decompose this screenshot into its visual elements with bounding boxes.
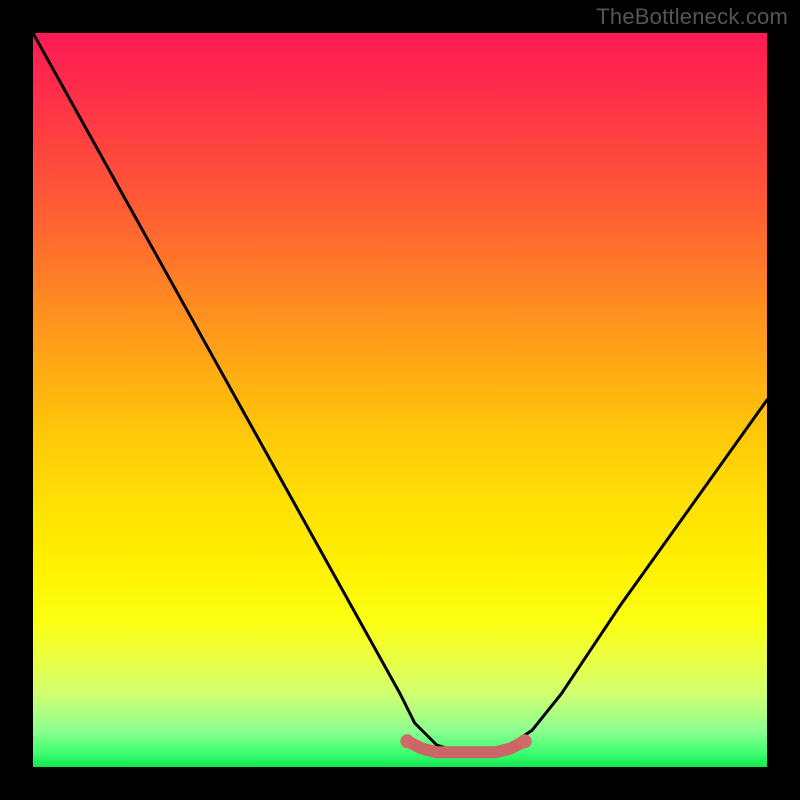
watermark-text: TheBottleneck.com — [596, 4, 788, 30]
marker-end-dot — [400, 734, 414, 748]
marker-end-dot — [518, 734, 532, 748]
bottleneck-curve-svg — [33, 33, 767, 767]
optimal-zone-marker-path — [407, 741, 525, 752]
bottleneck-curve-path — [33, 33, 767, 752]
chart-plot-area — [33, 33, 767, 767]
